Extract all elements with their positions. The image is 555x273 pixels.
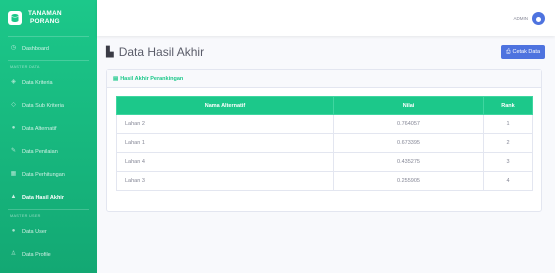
sidebar-item-label: Data Kriteria xyxy=(22,79,53,86)
cell-rank: 3 xyxy=(483,152,533,172)
cell-nama: Lahan 4 xyxy=(116,152,334,172)
edit-icon: ✎ xyxy=(10,148,17,154)
sidebar-item-label: Data Penilaian xyxy=(22,148,58,155)
brand[interactable]: TANAMAN PORANG xyxy=(0,0,97,36)
table-row: Lahan 3 0.255905 4 xyxy=(116,171,533,191)
avatar[interactable] xyxy=(532,11,545,25)
sidebar-item-data-perhitungan[interactable]: ▦ Data Perhitungan xyxy=(0,163,97,186)
sidebar: TANAMAN PORANG ◷ Dashboard MASTER DATA ◈… xyxy=(0,0,97,273)
sidebar-item-data-hasil-akhir[interactable]: ▲ Data Hasil Akhir xyxy=(0,186,97,209)
table-row: Lahan 1 0.673395 2 xyxy=(116,133,533,153)
database-icon xyxy=(8,11,22,25)
cube-icon: ◈ xyxy=(11,79,16,85)
column-header-nilai: Nilai xyxy=(333,96,484,115)
user-icon xyxy=(536,16,541,22)
cell-nilai: 0.435275 xyxy=(333,152,484,172)
users-icon: ● xyxy=(11,125,16,131)
card-title: Hasil Akhir Perankingan xyxy=(120,75,184,82)
table-header-row: Nama Alternatif Nilai Rank xyxy=(116,96,533,115)
section-label-master-data: MASTER DATA xyxy=(10,65,40,69)
results-card: ▤ Hasil Akhir Perankingan Nama Alternati… xyxy=(106,69,542,212)
cell-nilai: 0.764057 xyxy=(333,114,484,134)
page-title: ▙ Data Hasil Akhir xyxy=(106,45,205,59)
chart-area-icon: ▙ xyxy=(106,46,114,58)
sidebar-item-data-kriteria[interactable]: ◈ Data Kriteria xyxy=(0,71,97,94)
brand-name: TANAMAN PORANG xyxy=(28,10,62,25)
cell-rank: 4 xyxy=(483,171,533,191)
cell-nama: Lahan 3 xyxy=(116,171,334,191)
ranking-table: Nama Alternatif Nilai Rank Lahan 2 0.764… xyxy=(116,96,533,191)
sidebar-item-data-sub-kriteria[interactable]: ◇ Data Sub Kriteria xyxy=(0,94,97,117)
sidebar-item-data-alternatif[interactable]: ● Data Alternatif xyxy=(0,117,97,140)
cell-nama: Lahan 2 xyxy=(116,114,334,134)
print-icon: ⎙ xyxy=(506,48,511,55)
user-name[interactable]: ADMIN xyxy=(514,16,529,21)
sidebar-item-label: Data User xyxy=(22,228,47,235)
sidebar-item-data-user[interactable]: ● Data User xyxy=(0,220,97,243)
sidebar-item-dashboard[interactable]: ◷ Dashboard xyxy=(0,37,97,60)
sidebar-item-label: Data Alternatif xyxy=(22,125,57,132)
sidebar-item-label: Data Profile xyxy=(22,251,51,258)
sidebar-item-label: Data Sub Kriteria xyxy=(22,102,64,109)
cell-nama: Lahan 1 xyxy=(116,133,334,153)
sidebar-item-data-profile[interactable]: ♙ Data Profile xyxy=(0,243,97,266)
sidebar-item-label: Data Hasil Akhir xyxy=(22,194,64,201)
calculator-icon: ▦ xyxy=(10,171,17,177)
dashboard-icon: ◷ xyxy=(10,45,17,51)
section-label-master-user: MASTER USER xyxy=(10,214,41,218)
print-button[interactable]: ⎙ Cetak Data xyxy=(501,45,545,59)
cubes-icon: ◇ xyxy=(11,102,16,108)
cell-nilai: 0.255905 xyxy=(333,171,484,191)
sidebar-item-label: Data Perhitungan xyxy=(22,171,65,178)
column-header-nama: Nama Alternatif xyxy=(116,96,334,115)
table-icon: ▤ xyxy=(113,75,119,82)
card-header: ▤ Hasil Akhir Perankingan xyxy=(107,70,541,88)
chart-area-icon: ▲ xyxy=(10,194,17,200)
topbar: ADMIN xyxy=(97,0,555,36)
table-row: Lahan 2 0.764057 1 xyxy=(116,114,533,134)
users-icon: ● xyxy=(11,228,16,234)
cell-rank: 2 xyxy=(483,133,533,153)
sidebar-item-data-penilaian[interactable]: ✎ Data Penilaian xyxy=(0,140,97,163)
cell-nilai: 0.673395 xyxy=(333,133,484,153)
column-header-rank: Rank xyxy=(483,96,533,115)
cell-rank: 1 xyxy=(483,114,533,134)
table-row: Lahan 4 0.435275 3 xyxy=(116,152,533,172)
sidebar-item-label: Dashboard xyxy=(22,45,49,52)
user-icon: ♙ xyxy=(10,251,17,257)
